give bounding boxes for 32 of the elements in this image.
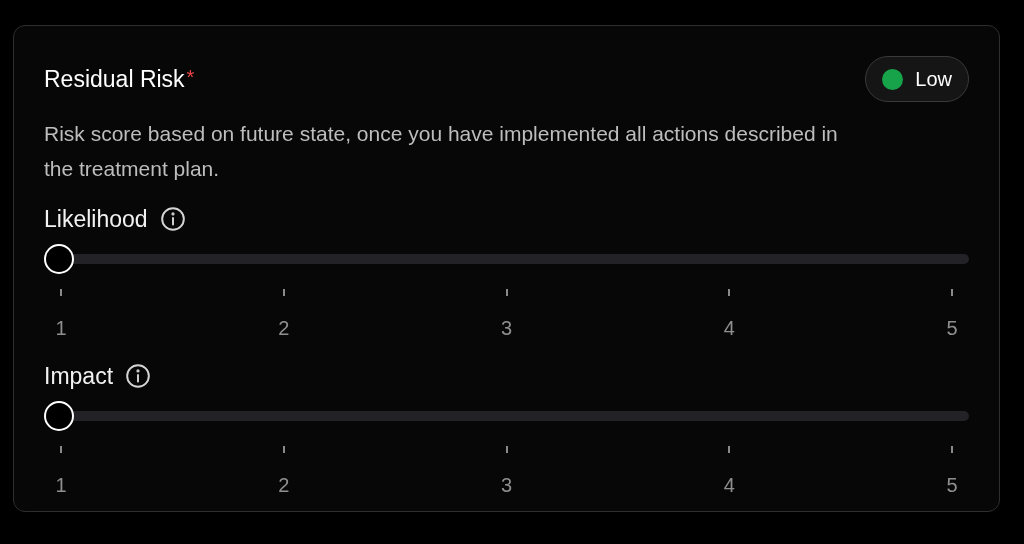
slider[interactable]: [44, 401, 969, 431]
slider[interactable]: [44, 244, 969, 274]
tick-mark: [728, 446, 731, 453]
tick-label: 4: [723, 473, 735, 497]
tick-mark: [951, 289, 953, 296]
description-text: Risk score based on future state, once you have implemented all actions described in the treatment plan.: [44, 121, 839, 182]
tick-mark: [951, 446, 953, 453]
tick-label: 3: [500, 473, 513, 497]
tick-mark: [505, 289, 508, 296]
info-icon[interactable]: [125, 363, 152, 389]
tick-mark: [60, 289, 62, 296]
tick-label: 1: [55, 316, 67, 340]
slider-label: Likelihood: [44, 204, 148, 234]
slider-label: Impact: [44, 361, 114, 391]
section-title: Residual Risk: [44, 64, 185, 94]
slider-thumb[interactable]: [44, 244, 74, 274]
tick-mark: [282, 446, 285, 453]
tick-mark: [282, 289, 285, 296]
tick-label: 1: [55, 473, 67, 497]
slider-thumb[interactable]: [44, 401, 74, 431]
tick-label: 4: [723, 316, 735, 340]
required-asterisk: *: [186, 64, 195, 90]
tick-label: 5: [946, 473, 958, 497]
tick-label: 3: [500, 316, 513, 340]
badge-label: Low: [915, 67, 952, 92]
info-icon[interactable]: [159, 206, 186, 232]
tick-label: 2: [278, 473, 290, 497]
tick-mark: [505, 446, 508, 453]
tick-mark: [728, 289, 731, 296]
tick-mark: [60, 446, 62, 453]
tick-label: 5: [946, 316, 958, 340]
tick-label: 2: [278, 316, 290, 340]
